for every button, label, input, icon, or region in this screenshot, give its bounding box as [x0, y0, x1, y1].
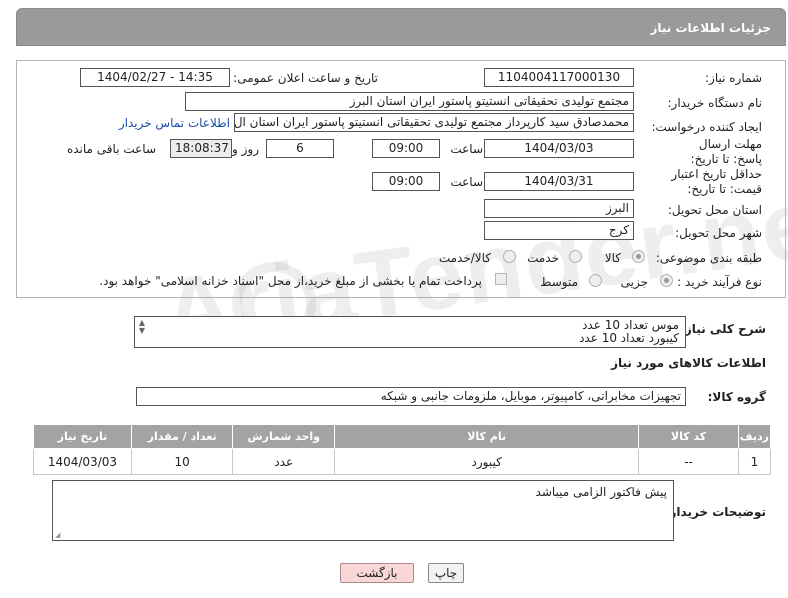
col-code: کد کالا	[638, 424, 739, 449]
buyer-org-label: نام دستگاه خریدار:	[667, 96, 763, 110]
goods-table: ردیف کد کالا نام کالا واحد شمارش تعداد /…	[33, 424, 772, 475]
validity-date-field: 1404/03/31	[484, 172, 634, 191]
col-unit: واحد شمارش	[232, 424, 336, 449]
remaining-time-field: 18:08:37	[170, 139, 232, 158]
buyer-notes-label: توضیحات خریدار:	[664, 505, 766, 519]
back-button[interactable]: بازگشت	[340, 563, 414, 583]
city-label: شهر محل تحویل:	[675, 226, 762, 240]
announce-datetime-label: تاریخ و ساعت اعلان عمومی:	[233, 71, 378, 85]
goods-section-title: اطلاعات کالاهای مورد نیاز	[611, 356, 766, 370]
cell-unit: عدد	[232, 448, 336, 475]
validity-time-label: ساعت	[450, 175, 483, 189]
process-minor-radio[interactable]	[660, 274, 673, 287]
validity-time-field: 09:00	[372, 172, 440, 191]
category-service-radio[interactable]	[569, 250, 582, 263]
reply-time-label: ساعت	[450, 142, 483, 156]
remaining-days-field: 6	[266, 139, 334, 158]
cell-name: کیبورد	[334, 448, 640, 475]
col-date: تاریخ نیاز	[33, 424, 132, 449]
price-validity-label: حداقل تاریخ اعتبار قیمت: تا تاریخ:	[671, 167, 762, 196]
general-desc-textarea[interactable]: موس تعداد 10 عدد کیبورد تعداد 10 عدد	[134, 316, 686, 348]
buyer-contact-link[interactable]: اطلاعات تماس خریدار	[119, 116, 230, 130]
need-number-field: 1104004117000130	[484, 68, 634, 87]
print-button[interactable]: چاپ	[428, 563, 464, 583]
announce-datetime-field: 1404/02/27 - 14:35	[80, 68, 230, 87]
cell-date: 1404/03/03	[33, 448, 132, 475]
category-goods-label: کالا	[604, 251, 621, 265]
creator-label: ایجاد کننده درخواست:	[651, 120, 762, 134]
cell-row: 1	[737, 448, 772, 475]
buyer-notes-text: پیش فاکتور الزامی میباشد	[535, 485, 667, 499]
process-minor-label: جزیی	[620, 275, 648, 289]
days-label: روز و	[232, 142, 259, 156]
goods-group-field: تجهیزات مخابراتی، کامپیوتر، موبایل، ملزو…	[136, 387, 686, 406]
goods-table-header: ردیف کد کالا نام کالا واحد شمارش تعداد /…	[33, 424, 772, 449]
reply-time-field: 09:00	[372, 139, 440, 158]
category-goods-radio[interactable]	[632, 250, 645, 263]
general-desc-line-2: کیبورد تعداد 10 عدد	[579, 331, 679, 345]
col-name: نام کالا	[334, 424, 640, 449]
province-label: استان محل تحویل:	[667, 203, 762, 217]
treasury-payment-checkbox[interactable]	[495, 273, 507, 285]
cell-code: --	[638, 448, 739, 475]
reply-deadline-label: مهلت ارسال پاسخ: تا تاریخ:	[690, 137, 762, 166]
reply-date-field: 1404/03/03	[484, 139, 634, 158]
process-medium-radio[interactable]	[589, 274, 602, 287]
category-goods-service-radio[interactable]	[503, 250, 516, 263]
col-row: ردیف	[737, 424, 772, 449]
category-label: طبقه بندی موضوعی:	[655, 251, 762, 265]
treasury-payment-note: پرداخت تمام یا بخشی از مبلغ خرید،از محل …	[99, 274, 482, 288]
category-goods-service-label: کالا/خدمت	[438, 251, 491, 265]
page-title: جزئیات اطلاعات نیاز	[16, 8, 786, 46]
creator-field: محمدصادق سید کارپرداز مجتمع تولیدی تحقیق…	[234, 113, 634, 132]
scroll-down-icon[interactable]: ▼	[137, 326, 147, 336]
remaining-time-label: ساعت باقی مانده	[66, 142, 156, 156]
general-desc-label: شرح کلی نیاز:	[680, 322, 766, 336]
resize-handle-icon[interactable]: ◢	[55, 531, 63, 539]
process-medium-label: متوسط	[540, 275, 578, 289]
need-number-label: شماره نیاز:	[705, 71, 762, 85]
buyer-org-field: مجتمع تولیدی تحقیقاتی انستیتو پاستور ایر…	[185, 92, 634, 111]
city-field: کرج	[484, 221, 634, 240]
buyer-notes-textarea[interactable]: پیش فاکتور الزامی میباشد	[52, 480, 674, 541]
process-type-label: نوع فرآیند خرید :	[677, 275, 762, 289]
province-field: البرز	[484, 199, 634, 218]
category-service-label: خدمت	[527, 251, 559, 265]
cell-qty: 10	[130, 448, 234, 475]
table-row: 1 -- کیبورد عدد 10 1404/03/03	[33, 448, 772, 475]
col-qty: تعداد / مقدار	[130, 424, 234, 449]
goods-group-label: گروه کالا:	[707, 390, 766, 404]
